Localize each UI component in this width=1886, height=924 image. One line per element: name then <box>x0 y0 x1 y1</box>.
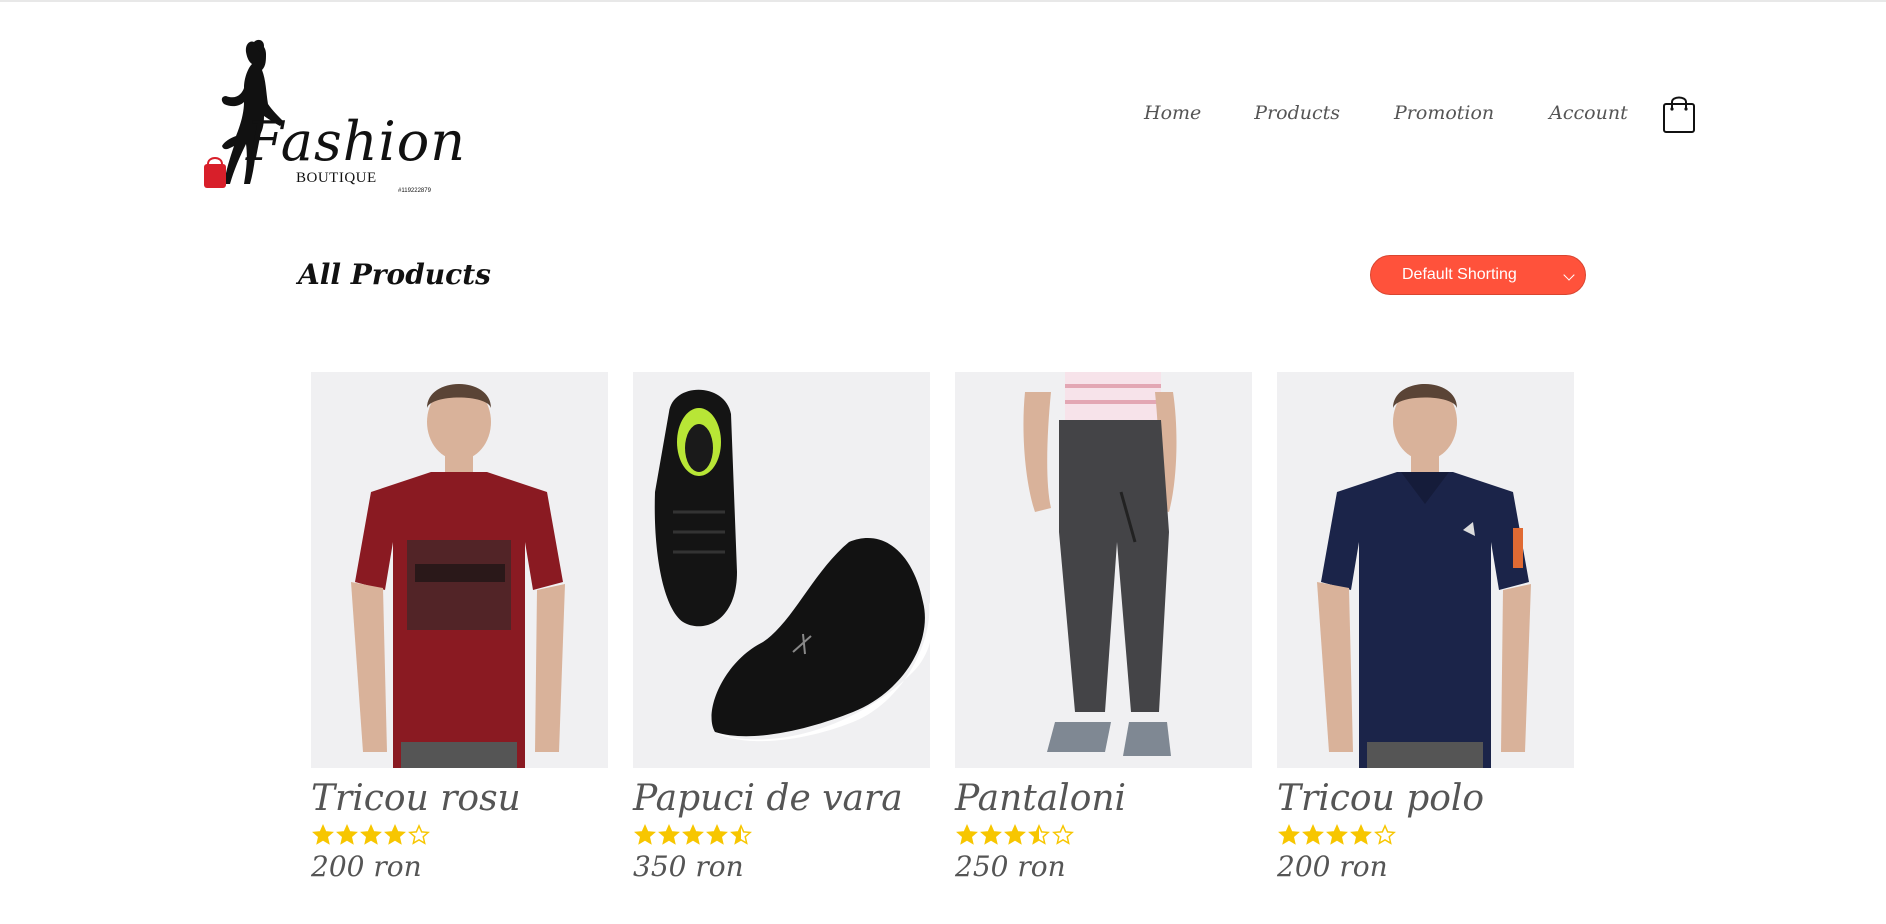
site-header: Fashion BOUTIQUE #119222879 Home Product… <box>0 2 1886 222</box>
product-price: 200 ron <box>311 850 422 883</box>
star-filled-icon <box>384 824 406 845</box>
nav-account[interactable]: Account <box>1549 102 1628 124</box>
star-filled-icon <box>634 824 656 845</box>
nav-products[interactable]: Products <box>1254 102 1340 124</box>
chevron-down-icon <box>1563 269 1575 281</box>
logo-wordmark: Fashion <box>246 110 467 173</box>
product-grid: Tricou rosu 200 ron Papuci de vara 350 r… <box>311 372 1574 883</box>
nav-home[interactable]: Home <box>1144 102 1201 124</box>
product-card[interactable]: Tricou rosu 200 ron <box>311 372 608 883</box>
product-name[interactable]: Pantaloni <box>955 778 1252 820</box>
star-filled-icon <box>658 824 680 845</box>
star-filled-icon <box>956 824 978 845</box>
product-card[interactable]: Pantaloni 250 ron <box>955 372 1252 883</box>
product-card[interactable]: Tricou polo 200 ron <box>1277 372 1574 883</box>
shopping-bag-icon <box>1663 96 1695 133</box>
rating-stars <box>1277 824 1574 848</box>
rating-stars <box>633 824 930 848</box>
product-image-red-tshirt[interactable] <box>311 372 608 768</box>
star-filled-icon <box>980 824 1002 845</box>
page-title: All Products <box>298 258 491 291</box>
star-filled-icon <box>706 824 728 845</box>
star-filled-icon <box>1278 824 1300 845</box>
product-image-sneakers[interactable] <box>633 372 930 768</box>
star-filled-icon <box>1350 824 1372 845</box>
product-image-pants[interactable] <box>955 372 1252 768</box>
logo-subtitle: BOUTIQUE <box>296 170 377 186</box>
nav-promotion[interactable]: Promotion <box>1394 102 1494 124</box>
product-name[interactable]: Tricou polo <box>1277 778 1574 820</box>
product-card[interactable]: Papuci de vara 350 ron <box>633 372 930 883</box>
logo-code: #119222879 <box>398 188 431 194</box>
star-filled-icon <box>1302 824 1324 845</box>
rating-stars <box>311 824 608 848</box>
star-filled-icon <box>682 824 704 845</box>
sort-selected-value: Default Shorting <box>1402 266 1517 283</box>
star-filled-icon <box>1004 824 1026 845</box>
product-price: 350 ron <box>633 850 744 883</box>
brand-logo[interactable]: Fashion BOUTIQUE #119222879 <box>196 34 465 204</box>
sort-dropdown[interactable]: Default Shorting <box>1370 255 1586 295</box>
star-half-icon <box>730 824 752 845</box>
product-price: 250 ron <box>955 850 1066 883</box>
star-filled-icon <box>1326 824 1348 845</box>
star-empty-icon <box>408 824 430 845</box>
star-filled-icon <box>360 824 382 845</box>
main-nav: Home Products Promotion Account <box>1144 102 1628 124</box>
star-empty-icon <box>1374 824 1396 845</box>
product-name[interactable]: Tricou rosu <box>311 778 608 820</box>
cart-button[interactable] <box>1662 94 1696 134</box>
rating-stars <box>955 824 1252 848</box>
product-price: 200 ron <box>1277 850 1388 883</box>
star-filled-icon <box>312 824 334 845</box>
star-filled-icon <box>336 824 358 845</box>
product-image-polo[interactable] <box>1277 372 1574 768</box>
star-half-icon <box>1028 824 1050 845</box>
product-name[interactable]: Papuci de vara <box>633 778 930 820</box>
star-empty-icon <box>1052 824 1074 845</box>
